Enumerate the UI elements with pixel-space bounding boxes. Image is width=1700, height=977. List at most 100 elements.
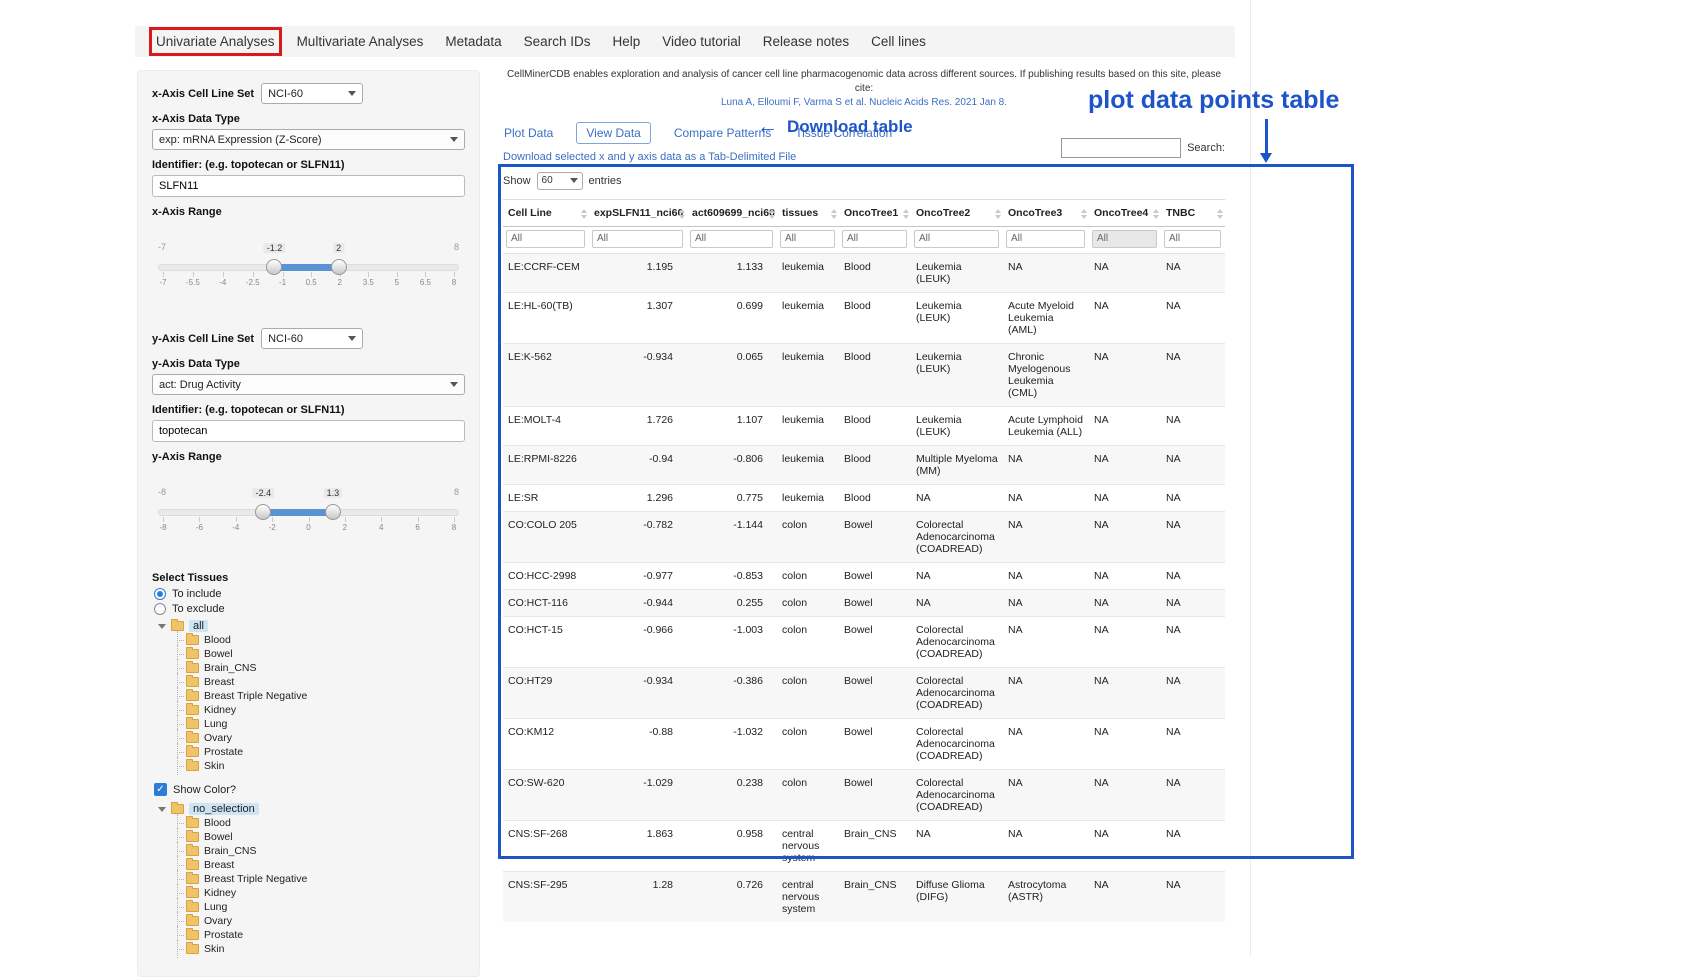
- entries-select[interactable]: 60: [537, 172, 583, 190]
- tree-item[interactable]: Blood: [174, 633, 465, 647]
- sort-icon[interactable]: [831, 209, 837, 219]
- tree-item[interactable]: Prostate: [174, 928, 465, 942]
- sort-icon[interactable]: [1153, 209, 1159, 219]
- tree-item[interactable]: Ovary: [174, 914, 465, 928]
- y-cell-line-set-select[interactable]: NCI-60: [261, 328, 363, 349]
- column-header[interactable]: tissues: [777, 199, 839, 226]
- tree-item[interactable]: Lung: [174, 900, 465, 914]
- tree-expander-icon[interactable]: [158, 807, 166, 812]
- column-header[interactable]: OncoTree2: [911, 199, 1003, 226]
- table-row[interactable]: LE:K-562 -0.934 0.065 leukemia Blood Leu…: [503, 343, 1225, 406]
- y-data-type-select[interactable]: act: Drug Activity: [152, 374, 465, 395]
- x-data-type-select[interactable]: exp: mRNA Expression (Z-Score): [152, 129, 465, 150]
- download-link[interactable]: Download selected x and y axis data as a…: [503, 151, 796, 163]
- tree-expander-icon[interactable]: [158, 624, 166, 629]
- column-filter-input[interactable]: [780, 230, 835, 248]
- column-filter-input[interactable]: [1092, 230, 1157, 248]
- column-header[interactable]: act609699_nci60: [687, 199, 777, 226]
- table-row[interactable]: CO:HCT-15 -0.966 -1.003 colon Bowel Colo…: [503, 616, 1225, 667]
- tree-item[interactable]: Skin: [174, 759, 465, 773]
- slider-handle-from[interactable]: [255, 504, 271, 520]
- sort-icon[interactable]: [769, 209, 775, 219]
- x-cell-line-set-select[interactable]: NCI-60: [261, 83, 363, 104]
- table-row[interactable]: LE:RPMI-8226 -0.94 -0.806 leukemia Blood…: [503, 445, 1225, 484]
- tree-item[interactable]: Breast: [174, 858, 465, 872]
- column-filter-input[interactable]: [592, 230, 683, 248]
- sort-icon[interactable]: [679, 209, 685, 219]
- column-header[interactable]: OncoTree4: [1089, 199, 1161, 226]
- table-row[interactable]: CO:HT29 -0.934 -0.386 colon Bowel Colore…: [503, 667, 1225, 718]
- sort-icon[interactable]: [1217, 209, 1223, 219]
- table-row[interactable]: CO:HCC-2998 -0.977 -0.853 colon Bowel NA…: [503, 562, 1225, 589]
- tree-item[interactable]: Kidney: [174, 703, 465, 717]
- column-filter-input[interactable]: [842, 230, 907, 248]
- annotation-plot-table-label: plot data points table: [1088, 86, 1339, 115]
- table-row[interactable]: CO:HCT-116 -0.944 0.255 colon Bowel NA N…: [503, 589, 1225, 616]
- column-filter-input[interactable]: [690, 230, 773, 248]
- x-range-slider[interactable]: -7 8 -1.2 2 -7-5.5-4-2.5-10.523.556.58: [158, 242, 459, 298]
- slider-handle-to[interactable]: [331, 259, 347, 275]
- tissues-exclude-radio[interactable]: To exclude: [154, 603, 465, 615]
- x-identifier-input[interactable]: [152, 175, 465, 197]
- tree-item[interactable]: Lung: [174, 717, 465, 731]
- table-row[interactable]: CO:COLO 205 -0.782 -1.144 colon Bowel Co…: [503, 511, 1225, 562]
- column-filter-input[interactable]: [1164, 230, 1221, 248]
- tree-item[interactable]: Kidney: [174, 886, 465, 900]
- table-row[interactable]: LE:SR 1.296 0.775 leukemia Blood NA NA N…: [503, 484, 1225, 511]
- tree-item[interactable]: Bowel: [174, 830, 465, 844]
- y-identifier-input[interactable]: [152, 420, 465, 442]
- tree-item[interactable]: Breast Triple Negative: [174, 689, 465, 703]
- tree-item[interactable]: Skin: [174, 942, 465, 956]
- column-header[interactable]: TNBC: [1161, 199, 1225, 226]
- table-row[interactable]: CO:SW-620 -1.029 0.238 colon Bowel Color…: [503, 769, 1225, 820]
- nav-tab[interactable]: Search IDs: [524, 34, 591, 49]
- tissues-include-radio[interactable]: To include: [154, 588, 465, 600]
- column-filter-input[interactable]: [506, 230, 585, 248]
- sort-icon[interactable]: [581, 209, 587, 219]
- tree-item[interactable]: Bowel: [174, 647, 465, 661]
- nav-tab[interactable]: Metadata: [445, 34, 501, 49]
- tree-item[interactable]: Blood: [174, 816, 465, 830]
- tree-item[interactable]: Brain_CNS: [174, 661, 465, 675]
- table-row[interactable]: CO:KM12 -0.88 -1.032 colon Bowel Colorec…: [503, 718, 1225, 769]
- folder-icon: [171, 804, 184, 814]
- sort-icon[interactable]: [1081, 209, 1087, 219]
- sort-icon[interactable]: [903, 209, 909, 219]
- nav-tab[interactable]: Video tutorial: [662, 34, 741, 49]
- y-range-slider[interactable]: -8 8 -2.4 1.3 -8-6-4-202468: [158, 487, 459, 543]
- table-row[interactable]: CNS:SF-268 1.863 0.958 central nervous s…: [503, 820, 1225, 871]
- tree-item[interactable]: Breast Triple Negative: [174, 872, 465, 886]
- table-row[interactable]: LE:MOLT-4 1.726 1.107 leukemia Blood Leu…: [503, 406, 1225, 445]
- nav-tab[interactable]: Cell lines: [871, 34, 926, 49]
- nav-tab[interactable]: Release notes: [763, 34, 849, 49]
- tissue-cell: leukemia: [777, 445, 839, 484]
- data-tab[interactable]: View Data: [576, 122, 650, 144]
- table-row[interactable]: CNS:SF-295 1.28 0.726 central nervous sy…: [503, 871, 1225, 922]
- tree-item[interactable]: Breast: [174, 675, 465, 689]
- search-input[interactable]: [1061, 138, 1181, 158]
- nav-tab[interactable]: Multivariate Analyses: [297, 34, 424, 49]
- column-header[interactable]: OncoTree3: [1003, 199, 1089, 226]
- slider-handle-to[interactable]: [325, 504, 341, 520]
- table-row[interactable]: LE:CCRF-CEM 1.195 1.133 leukemia Blood L…: [503, 253, 1225, 292]
- tree-item[interactable]: Brain_CNS: [174, 844, 465, 858]
- slider-handle-from[interactable]: [266, 259, 282, 275]
- sort-icon[interactable]: [995, 209, 1001, 219]
- column-filter-input[interactable]: [1006, 230, 1085, 248]
- tree-item[interactable]: Ovary: [174, 731, 465, 745]
- column-header[interactable]: Cell Line: [503, 199, 589, 226]
- tree-root-all[interactable]: all: [158, 619, 465, 633]
- tree-item[interactable]: Prostate: [174, 745, 465, 759]
- column-header[interactable]: expSLFN11_nci60: [589, 199, 687, 226]
- tree-root-no-selection[interactable]: no_selection: [158, 802, 465, 816]
- show-color-checkbox[interactable]: Show Color?: [154, 783, 465, 796]
- column-header[interactable]: OncoTree1: [839, 199, 911, 226]
- table-row[interactable]: LE:HL-60(TB) 1.307 0.699 leukemia Blood …: [503, 292, 1225, 343]
- nav-tab[interactable]: Help: [612, 34, 640, 49]
- data-tab[interactable]: Plot Data: [503, 123, 554, 143]
- nav-tab[interactable]: Univariate Analyses: [156, 34, 275, 49]
- act-value-cell: 0.065: [687, 343, 777, 406]
- folder-icon: [186, 705, 199, 715]
- tnbc-cell: NA: [1161, 616, 1225, 667]
- column-filter-input[interactable]: [914, 230, 999, 248]
